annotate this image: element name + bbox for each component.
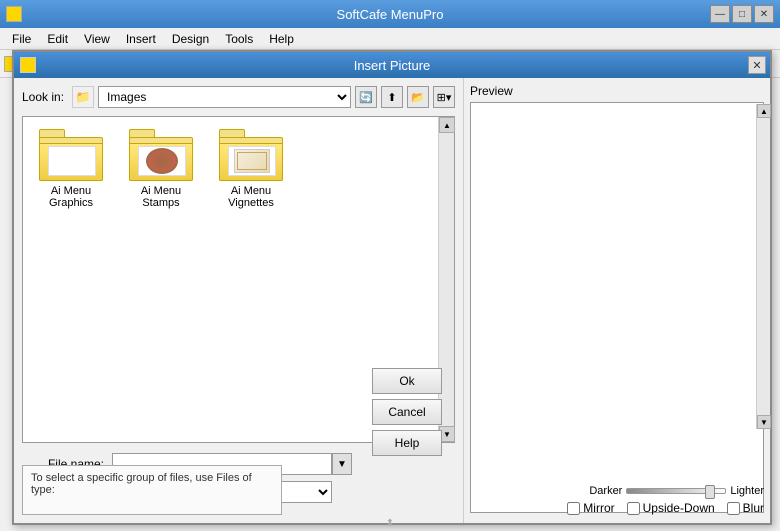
preview-box (470, 102, 764, 513)
checkboxes-row: Mirror Upside-Down Blur (470, 501, 764, 515)
mirror-label: Mirror (583, 501, 614, 515)
look-in-label: Look in: (22, 90, 64, 104)
menu-bar: File Edit View Insert Design Tools Help (0, 28, 780, 50)
look-in-row: Look in: 📁 Images 🔄 ⬆ 📂 ⊞▾ (22, 86, 455, 108)
close-main-button[interactable]: ✕ (754, 5, 774, 23)
dialog-titlebar: Insert Picture ✕ (14, 52, 770, 78)
folder-label-stamps: Ai Menu Stamps (125, 185, 197, 209)
folder-icon-vignettes (219, 129, 283, 181)
view-options-button[interactable]: ⊞▾ (433, 86, 455, 108)
insert-picture-dialog: Insert Picture ✕ Look in: 📁 Images 🔄 ⬆ 📂… (12, 50, 772, 525)
file-name-dropdown-button[interactable]: ▼ (332, 453, 352, 475)
left-panel: Look in: 📁 Images 🔄 ⬆ 📂 ⊞▾ (14, 78, 464, 523)
maximize-button[interactable]: □ (732, 5, 752, 23)
ok-button[interactable]: Ok (372, 368, 442, 394)
menu-view[interactable]: View (76, 30, 118, 48)
main-titlebar: SoftCafe MenuPro — □ ✕ (0, 0, 780, 28)
minimize-button[interactable]: — (710, 5, 730, 23)
menu-insert[interactable]: Insert (118, 30, 164, 48)
help-button[interactable]: Help (372, 430, 442, 456)
new-folder-button[interactable]: 📂 (407, 86, 429, 108)
info-box: To select a specific group of files, use… (22, 465, 282, 515)
preview-scroll-down[interactable]: ▼ (757, 415, 771, 429)
dialog-close-button[interactable]: ✕ (748, 56, 766, 74)
action-buttons: Ok Cancel Help (372, 368, 442, 456)
resize-indicator: ⬍ (386, 518, 394, 529)
right-bottom-controls: Darker Lighter Mirror Upside-Down (470, 485, 764, 515)
mirror-checkbox[interactable] (567, 502, 580, 515)
app-title: SoftCafe MenuPro (337, 7, 444, 22)
preview-scrollbar: ▲ ▼ (756, 104, 770, 429)
mirror-checkbox-item: Mirror (567, 501, 614, 515)
folder-icon-small: 📁 (72, 86, 94, 108)
scroll-up-button[interactable]: ▲ (439, 117, 455, 133)
dialog-icon (20, 57, 36, 73)
cancel-button[interactable]: Cancel (372, 399, 442, 425)
upside-down-checkbox[interactable] (627, 502, 640, 515)
window-controls: — □ ✕ (710, 5, 774, 23)
folder-label-graphics: Ai Menu Graphics (35, 185, 107, 209)
menu-tools[interactable]: Tools (217, 30, 261, 48)
folder-ai-menu-graphics[interactable]: Ai Menu Graphics (31, 125, 111, 213)
nav-back-button[interactable]: 🔄 (355, 86, 377, 108)
app-icon (6, 6, 22, 22)
folder-ai-menu-stamps[interactable]: Ai Menu Stamps (121, 125, 201, 213)
preview-label: Preview (470, 84, 764, 98)
menu-design[interactable]: Design (164, 30, 217, 48)
nav-up-button[interactable]: ⬆ (381, 86, 403, 108)
darker-lighter-row: Darker Lighter (470, 485, 764, 497)
dialog-body: Look in: 📁 Images 🔄 ⬆ 📂 ⊞▾ (14, 78, 770, 523)
info-text: To select a specific group of files, use… (31, 472, 252, 496)
blur-checkbox[interactable] (727, 502, 740, 515)
upside-down-label: Upside-Down (643, 501, 715, 515)
folder-ai-menu-vignettes[interactable]: Ai Menu Vignettes (211, 125, 291, 213)
menu-file[interactable]: File (4, 30, 39, 48)
preview-scroll-track[interactable] (757, 118, 770, 415)
upside-down-checkbox-item: Upside-Down (627, 501, 715, 515)
menu-help[interactable]: Help (261, 30, 302, 48)
right-panel: Preview ▲ ▼ Darker Lighter (464, 78, 770, 523)
dialog-title: Insert Picture (354, 58, 431, 73)
blur-label: Blur (743, 501, 764, 515)
look-in-select[interactable]: Images (98, 86, 351, 108)
menu-edit[interactable]: Edit (39, 30, 76, 48)
brightness-slider[interactable] (626, 488, 726, 494)
darker-label: Darker (589, 485, 622, 497)
lighter-label: Lighter (730, 485, 764, 497)
folder-icon-graphics (39, 129, 103, 181)
blur-checkbox-item: Blur (727, 501, 764, 515)
folder-icon-stamps (129, 129, 193, 181)
folder-label-vignettes: Ai Menu Vignettes (215, 185, 287, 209)
preview-scroll-up[interactable]: ▲ (757, 104, 771, 118)
